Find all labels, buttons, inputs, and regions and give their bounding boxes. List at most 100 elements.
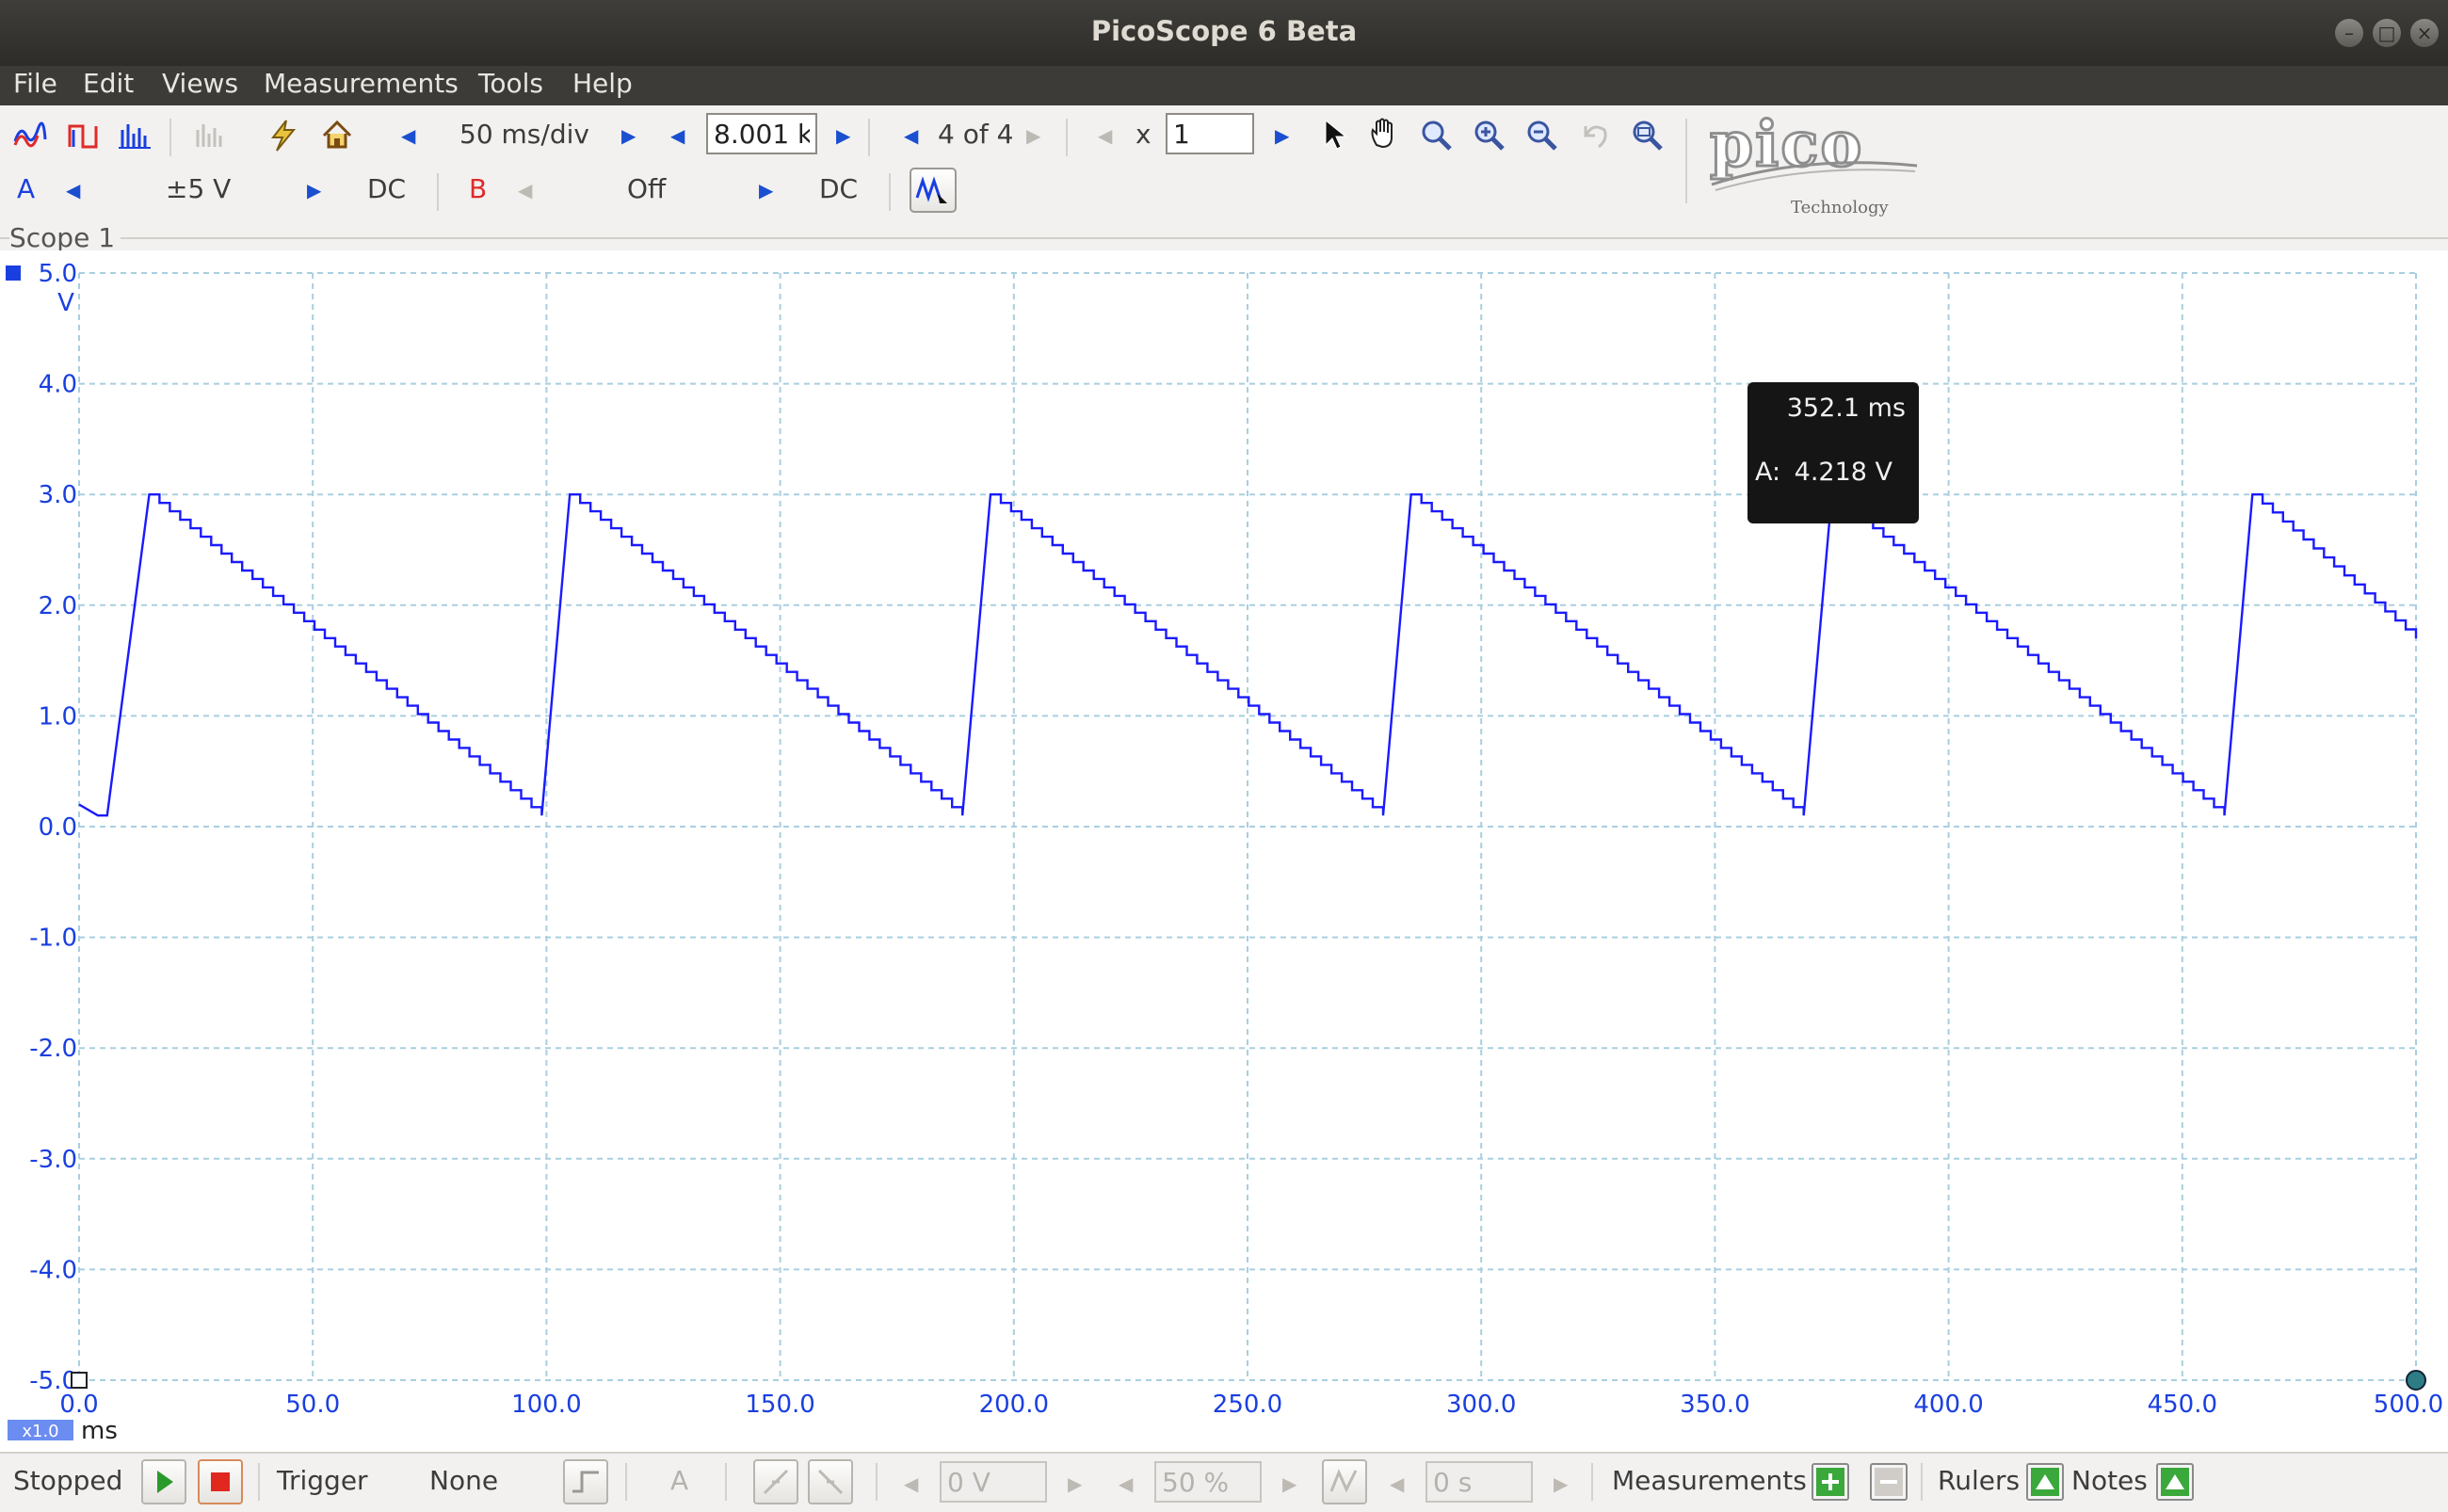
undo-zoom-icon[interactable] <box>1578 119 1610 151</box>
menu-edit[interactable]: Edit <box>83 68 134 99</box>
x-zoom-label: x1.0 <box>22 1422 58 1441</box>
trigger-channel[interactable]: A <box>670 1465 688 1496</box>
trigger-falling-button[interactable] <box>808 1459 853 1504</box>
buffer-position: 4 of 4 <box>938 119 1014 150</box>
buffer-prev-button[interactable]: ◀ <box>904 124 918 147</box>
x-tick-label: 450.0 <box>2148 1391 2217 1419</box>
trigger-delay-next-button[interactable]: ▶ <box>1554 1472 1568 1495</box>
y-tick-label: 0.0 <box>39 813 77 842</box>
add-icon <box>1816 1468 1844 1496</box>
trigger-level-prev-button[interactable]: ◀ <box>904 1472 918 1495</box>
scope-view[interactable]: 0.0 50.0 100.0 150.0 200.0 250.0 300.0 350.0 400… <box>0 250 2448 1452</box>
x-tick-label: 50.0 <box>285 1391 340 1419</box>
pretrigger-input[interactable] <box>1154 1461 1262 1503</box>
menu-help[interactable]: Help <box>572 68 633 99</box>
pretrigger-prev-button[interactable]: ◀ <box>1119 1472 1133 1495</box>
channel-b-range[interactable]: Off <box>627 173 666 204</box>
channel-a-coupling[interactable]: DC <box>367 173 406 204</box>
separator <box>437 173 439 211</box>
minimize-icon[interactable]: – <box>2335 19 2363 47</box>
zoom-in-icon[interactable] <box>1473 119 1506 151</box>
timebase-value[interactable]: 50 ms/div <box>459 119 589 150</box>
channel-a-axis-marker[interactable] <box>6 265 21 281</box>
auto-setup-icon[interactable] <box>267 119 299 153</box>
measurements-label: Measurements <box>1612 1465 1807 1496</box>
notes-toggle-button[interactable] <box>2156 1463 2194 1501</box>
stop-button[interactable] <box>198 1459 243 1504</box>
logo-subtext: Technology <box>1791 198 1889 217</box>
trigger-marker[interactable] <box>71 1372 88 1389</box>
x-axis-unit: ms <box>81 1417 118 1445</box>
separator <box>1685 119 1687 203</box>
hand-tool-icon[interactable] <box>1367 117 1401 151</box>
channel-b-range-prev-button[interactable]: ◀ <box>518 179 532 201</box>
x-tick-label: 250.0 <box>1213 1391 1282 1419</box>
notes-label: Notes <box>2071 1465 2148 1496</box>
persistence-mode-icon[interactable] <box>68 121 100 151</box>
trigger-delay-prev-button[interactable]: ◀ <box>1390 1472 1404 1495</box>
scope-mode-icon[interactable] <box>13 121 47 151</box>
zoom-next-button[interactable]: ▶ <box>1275 124 1289 147</box>
maximize-icon[interactable]: □ <box>2373 19 2401 47</box>
x-tick-label: 500.0 <box>2374 1391 2443 1419</box>
menu-file[interactable]: File <box>13 68 57 99</box>
zoom-input[interactable] <box>1166 113 1254 154</box>
trigger-type-button[interactable] <box>563 1459 608 1504</box>
zoom-prefix: x <box>1135 119 1152 150</box>
samples-prev-button[interactable]: ◀ <box>670 124 684 147</box>
spectrum-mode-icon[interactable] <box>119 121 151 151</box>
expand-up-icon <box>2031 1468 2059 1496</box>
menu-bar: File Edit Views Measurements Tools Help <box>0 66 2448 105</box>
separator <box>725 1463 727 1501</box>
buffer-next-button[interactable]: ▶ <box>1026 124 1040 147</box>
channel-a-range[interactable]: ±5 V <box>166 173 231 204</box>
close-icon[interactable]: × <box>2410 19 2439 47</box>
ruler-handle[interactable] <box>2406 1370 2426 1391</box>
channel-b-range-next-button[interactable]: ▶ <box>759 179 773 201</box>
channel-b-coupling[interactable]: DC <box>819 173 858 204</box>
samples-input[interactable] <box>706 113 817 154</box>
rulers-toggle-button[interactable] <box>2026 1463 2064 1501</box>
play-icon <box>157 1471 173 1493</box>
y-tick-label: 5.0 <box>39 260 77 288</box>
pointer-tool-icon[interactable] <box>1322 119 1348 151</box>
logo-swoosh-icon <box>1711 161 1918 191</box>
zoom-prev-button[interactable]: ◀ <box>1098 124 1112 147</box>
separator <box>1591 1463 1593 1501</box>
signal-generator-icon <box>915 176 947 203</box>
x-tick-label: 150.0 <box>745 1391 814 1419</box>
remove-measurement-button[interactable] <box>1870 1463 1908 1501</box>
menu-measurements[interactable]: Measurements <box>264 68 459 99</box>
trigger-mode[interactable]: None <box>429 1465 498 1496</box>
zoom-overview-icon[interactable] <box>1631 119 1665 151</box>
channel-b-label[interactable]: B <box>469 173 487 204</box>
scope-plot[interactable]: 0.0 50.0 100.0 150.0 200.0 250.0 300.0 350.0 400… <box>0 250 2448 1452</box>
timebase-next-button[interactable]: ▶ <box>621 124 636 147</box>
timebase-prev-button[interactable]: ◀ <box>401 124 415 147</box>
samples-next-button[interactable]: ▶ <box>836 124 850 147</box>
add-measurement-button[interactable] <box>1812 1463 1849 1501</box>
x-tick-label: 300.0 <box>1446 1391 1516 1419</box>
home-icon[interactable] <box>320 119 354 151</box>
menu-views[interactable]: Views <box>162 68 238 99</box>
signal-generator-button[interactable] <box>910 168 957 213</box>
trigger-level-next-button[interactable]: ▶ <box>1068 1472 1082 1495</box>
channel-a-range-prev-button[interactable]: ◀ <box>66 179 80 201</box>
trigger-level-input[interactable] <box>940 1461 1047 1503</box>
channel-a-range-next-button[interactable]: ▶ <box>307 179 321 201</box>
trigger-delay-input[interactable] <box>1425 1461 1533 1503</box>
separator <box>258 1463 260 1501</box>
channel-a-label[interactable]: A <box>17 173 35 204</box>
cursor-tooltip: 352.1 ms A: 4.218 V <box>1747 382 1919 523</box>
x-tick-label: 350.0 <box>1680 1391 1749 1419</box>
zoom-out-icon[interactable] <box>1525 119 1559 151</box>
menu-tools[interactable]: Tools <box>478 68 543 99</box>
start-button[interactable] <box>141 1459 186 1504</box>
separator <box>868 119 870 156</box>
pretrigger-next-button[interactable]: ▶ <box>1282 1472 1296 1495</box>
rising-edge-icon <box>763 1469 789 1495</box>
trigger-rising-button[interactable] <box>753 1459 798 1504</box>
zoom-tool-icon[interactable] <box>1420 119 1454 151</box>
channel-view-icon[interactable] <box>194 121 226 151</box>
advanced-trigger-button[interactable] <box>1322 1459 1367 1504</box>
